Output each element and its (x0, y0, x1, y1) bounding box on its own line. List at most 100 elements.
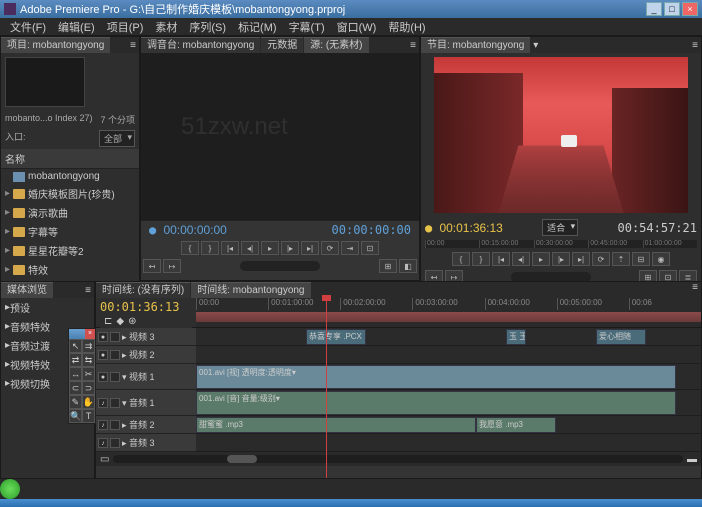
lock-icon[interactable] (110, 438, 120, 448)
loop-button[interactable]: ⟳ (592, 252, 610, 266)
taskbar[interactable] (0, 499, 702, 507)
zoom-thumb[interactable] (227, 455, 257, 463)
track-head-v1[interactable]: ●▾ 视频 1 (96, 364, 196, 390)
dropdown-icon[interactable]: ▾ (533, 40, 538, 51)
snap-icon[interactable]: ⊏ (104, 316, 112, 327)
timeline-ruler[interactable]: 00:00 00:01:00:00 00:02:00:00 00:03:00:0… (196, 298, 701, 327)
menu-project[interactable]: 项目(P) (101, 19, 150, 35)
clip-a2b[interactable]: 我愿意 .mp3 (476, 417, 556, 433)
program-monitor[interactable] (434, 57, 688, 213)
clip-v3c[interactable]: 爱心相随 (596, 329, 646, 345)
palette-close-icon[interactable]: × (85, 329, 95, 339)
start-orb[interactable] (0, 479, 20, 499)
speaker-icon[interactable]: ♪ (98, 438, 108, 448)
type-tool[interactable]: T (82, 409, 95, 423)
project-in-dropdown[interactable]: 全部 (99, 130, 135, 147)
clip-a2a[interactable]: 甜蜜蜜 .mp3 (196, 417, 476, 433)
effects-presets[interactable]: ▸预设 (1, 298, 94, 317)
close-button[interactable]: × (682, 2, 698, 16)
clip-v1[interactable]: 001.avi [视] 透明度:透明度▾ (196, 365, 676, 389)
goto-in-button[interactable]: |◂ (221, 241, 239, 255)
minimize-button[interactable]: _ (646, 2, 662, 16)
source-monitor[interactable]: 51zxw.net (141, 53, 419, 220)
eye-icon[interactable]: ● (98, 332, 108, 342)
media-browser-tab[interactable]: 媒体浏览 (1, 282, 53, 298)
mark-out-button[interactable]: } (472, 252, 490, 266)
speaker-icon[interactable]: ♪ (98, 420, 108, 430)
rolling-tool[interactable]: ⇆ (82, 353, 95, 367)
lock-icon[interactable] (110, 372, 120, 382)
mark-in-button[interactable]: { (181, 241, 199, 255)
step-fwd-button[interactable]: |▸ (552, 252, 570, 266)
goto-out-button[interactable]: ▸| (301, 241, 319, 255)
track-head-v2[interactable]: ●▸ 视频 2 (96, 346, 196, 364)
panel-menu-icon[interactable]: ≡ (82, 285, 94, 296)
ripple-tool[interactable]: ⇄ (69, 353, 82, 367)
project-item-folder[interactable]: ▸字幕等 (1, 222, 139, 241)
slip-tool[interactable]: ⊂ (69, 381, 82, 395)
export-frame-button[interactable]: ◉ (652, 252, 670, 266)
program-tab[interactable]: 节目: mobantongyong (421, 37, 530, 53)
project-tab[interactable]: 项目: mobantongyong (1, 37, 110, 53)
track-head-a2[interactable]: ♪▸ 音频 2 (96, 416, 196, 434)
source-tc-out[interactable]: 00:00:00:00 (332, 223, 411, 237)
step-back-button[interactable]: ◂| (241, 241, 259, 255)
menu-file[interactable]: 文件(F) (4, 19, 52, 35)
play-button[interactable]: ▸ (532, 252, 550, 266)
project-item-sequence[interactable]: mobantongyong (1, 169, 139, 184)
panel-menu-icon[interactable]: ≡ (407, 40, 419, 51)
maximize-button[interactable]: □ (664, 2, 680, 16)
play-button[interactable]: ▸ (261, 241, 279, 255)
src-btn-b[interactable]: ↦ (163, 259, 181, 273)
mark-out-button[interactable]: } (201, 241, 219, 255)
zoom-in-icon[interactable]: ▬ (687, 454, 697, 465)
menu-help[interactable]: 帮助(H) (382, 19, 431, 35)
track-select-tool[interactable]: ⇉ (82, 339, 95, 353)
insert-button[interactable]: ⇥ (341, 241, 359, 255)
tab-metadata[interactable]: 元数据 (261, 37, 303, 53)
program-tc-duration[interactable]: 00:54:57:21 (618, 221, 697, 235)
work-area-bar[interactable] (196, 312, 701, 322)
overwrite-button[interactable]: ⊡ (361, 241, 379, 255)
playhead[interactable] (326, 298, 327, 478)
menu-marker[interactable]: 标记(M) (232, 19, 283, 35)
clip-a1[interactable]: 001.avi [音] 音量:级别▾ (196, 391, 676, 415)
project-item-folder[interactable]: ▸特效 (1, 260, 139, 279)
marker-icon[interactable]: ◆ (116, 316, 124, 327)
pen-tool[interactable]: ✎ (69, 395, 82, 409)
step-fwd-button[interactable]: |▸ (281, 241, 299, 255)
menu-window[interactable]: 窗口(W) (331, 19, 383, 35)
project-item-folder[interactable]: ▸婚庆模板图片(珍贵) (1, 184, 139, 203)
lift-button[interactable]: ⇡ (612, 252, 630, 266)
menu-title[interactable]: 字幕(T) (283, 19, 331, 35)
shuttle-slider[interactable] (240, 261, 320, 271)
track-head-a1[interactable]: ♪▾ 音频 1 (96, 390, 196, 416)
hand-tool[interactable]: ✋ (82, 395, 95, 409)
zoom-slider[interactable] (113, 455, 683, 463)
eye-icon[interactable]: ● (98, 372, 108, 382)
timeline-tab-empty[interactable]: 时间线: (没有序列) (96, 282, 190, 298)
program-ruler[interactable]: 00:00 00:15:00:00 00:30:00:00 00:45:00:0… (425, 240, 697, 248)
zoom-fit-dropdown[interactable]: 适合 (542, 219, 578, 236)
track-head-a3[interactable]: ♪▸ 音频 3 (96, 434, 196, 452)
zoom-tool[interactable]: 🔍 (69, 409, 82, 423)
track-head-v3[interactable]: ●▸ 视频 3 (96, 328, 196, 346)
speaker-icon[interactable]: ♪ (98, 398, 108, 408)
clip-v3b[interactable]: 玉 玉 (506, 329, 526, 345)
extract-button[interactable]: ⊟ (632, 252, 650, 266)
project-item-folder[interactable]: ▸星星花瓣等2 (1, 241, 139, 260)
goto-in-button[interactable]: |◂ (492, 252, 510, 266)
razor-tool[interactable]: ✂ (82, 367, 95, 381)
panel-menu-icon[interactable]: ≡ (127, 40, 139, 51)
src-btn-c[interactable]: ⊞ (379, 259, 397, 273)
clip-v3a[interactable]: 恭喜专享 .PCX (306, 329, 366, 345)
timeline-tc[interactable]: 00:01:36:13 (100, 300, 192, 314)
tab-source[interactable]: 源: (无素材) (304, 37, 368, 53)
source-tc-in[interactable]: ● 00:00:00:00 (149, 223, 227, 237)
project-item-folder[interactable]: ▸演示歌曲 (1, 203, 139, 222)
lock-icon[interactable] (110, 420, 120, 430)
goto-out-button[interactable]: ▸| (572, 252, 590, 266)
zoom-out-icon[interactable]: ▭ (100, 454, 109, 465)
track-content[interactable]: 恭喜专享 .PCX 玉 玉 爱心相随 001.avi [视] 透明度:透明度▾ … (196, 328, 701, 452)
menu-clip[interactable]: 素材 (149, 19, 183, 35)
